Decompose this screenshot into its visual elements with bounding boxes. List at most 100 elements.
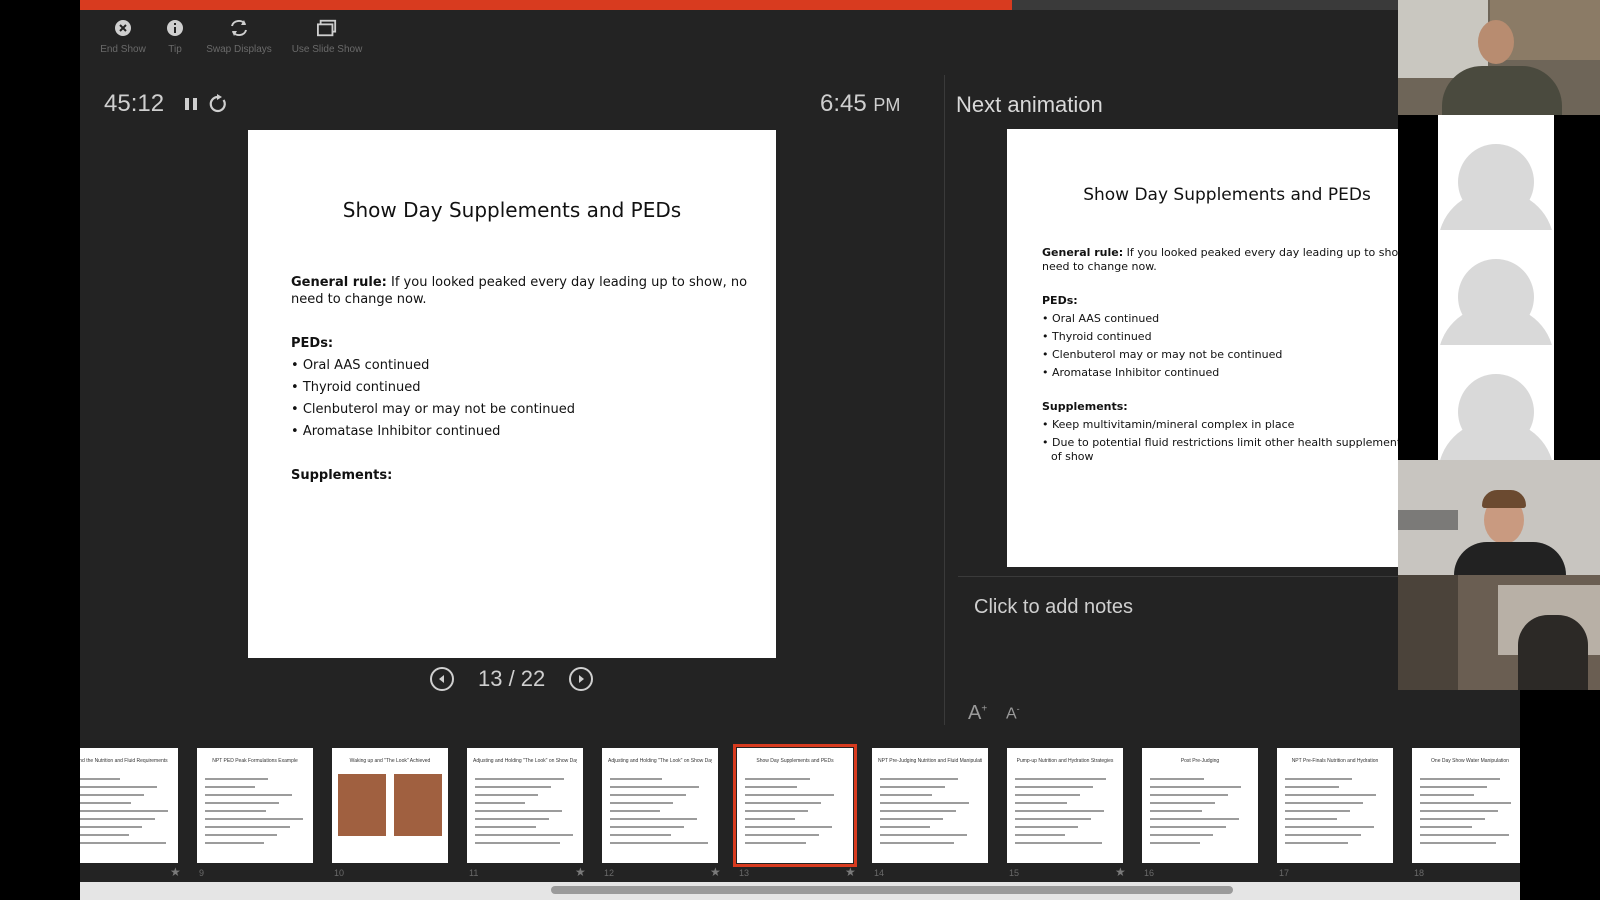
- pause-icon[interactable]: [184, 96, 198, 117]
- thumbnail-number: 16: [1144, 868, 1155, 878]
- thumbnail-text-line: [880, 802, 969, 804]
- thumbnail-text-line: [1150, 778, 1204, 780]
- thumbnail-text-line: [1420, 826, 1472, 828]
- thumbnail-text-line: [80, 786, 157, 788]
- swap-displays-button[interactable]: Swap Displays: [194, 18, 284, 55]
- progress-fill: [80, 0, 1012, 10]
- presenter-view: End Show Tip Swap Displays Use Slide Sho…: [80, 0, 1520, 900]
- thumbnail-title: Show Day Supplements and PEDs: [756, 758, 834, 764]
- thumbnail-text-line: [1015, 794, 1080, 796]
- decrease-font-label: A: [1006, 705, 1017, 723]
- thumbnail-text-line: [205, 842, 264, 844]
- thumbnail-text-line: [880, 794, 932, 796]
- thumbnail-text-line: [205, 802, 279, 804]
- slide-thumbnail[interactable]: Show Day Supplements and PEDs: [733, 744, 857, 867]
- animation-star-icon: ★: [575, 865, 586, 879]
- thumbnail-text-line: [1150, 786, 1241, 788]
- slide-thumbnail[interactable]: ...and the Nutrition and Fluid Requireme…: [80, 748, 178, 863]
- thumbnail-text-line: [745, 842, 806, 844]
- decrease-font-button[interactable]: A-: [1006, 704, 1020, 723]
- slide-thumbnail[interactable]: NPT Pre-Judging Nutrition and Fluid Mani…: [872, 748, 988, 863]
- thumbnail-title: Post Pre-Judging: [1180, 758, 1220, 764]
- thumbnail-text-line: [80, 842, 166, 844]
- thumbnail-text-line: [205, 826, 290, 828]
- thumbnail-text-line: [1285, 794, 1376, 796]
- scrollbar-thumb[interactable]: [551, 886, 1233, 894]
- next-slide-body: General rule: If you looked peaked every…: [1042, 246, 1447, 464]
- thumbnail-text-line: [80, 818, 155, 820]
- horizontal-scrollbar[interactable]: [80, 882, 1520, 900]
- participant-video-2[interactable]: [1398, 460, 1600, 575]
- thumbnail-number: 13: [739, 868, 750, 878]
- thumbnail-text-line: [745, 794, 834, 796]
- next-slide-title: Show Day Supplements and PEDs: [1083, 185, 1371, 205]
- thumbnail-text-line: [610, 786, 699, 788]
- slide-thumbnail[interactable]: NPT Pre-Finals Nutrition and Hydration: [1277, 748, 1393, 863]
- thumbnail-text-line: [1015, 842, 1102, 844]
- next-slide-button[interactable]: [569, 667, 594, 691]
- bullet-item: • Clenbuterol may or may not be continue…: [291, 402, 576, 417]
- reset-timer-icon[interactable]: [208, 94, 228, 119]
- thumbnail-text-line: [1285, 818, 1337, 820]
- triangle-left-icon: [439, 675, 444, 683]
- avatar[interactable]: [1438, 345, 1554, 460]
- clock: 6:45 PM: [820, 90, 900, 118]
- thumbnail-text-line: [610, 802, 673, 804]
- peds-heading: PEDs:: [291, 336, 334, 351]
- thumbnail-text-line: [1015, 802, 1067, 804]
- current-slide-body: General rule: If you looked peaked every…: [291, 274, 751, 484]
- clock-ampm: PM: [873, 95, 901, 115]
- thumbnail-text-line: [745, 778, 810, 780]
- next-slide-preview[interactable]: Show Day Supplements and PEDs General ru…: [1007, 129, 1447, 567]
- general-rule: General rule: If you looked peaked every…: [291, 274, 751, 308]
- avatar[interactable]: [1438, 115, 1554, 230]
- thumbnail-text-line: [1015, 826, 1078, 828]
- slide-thumbnail-strip[interactable]: ...and the Nutrition and Fluid Requireme…: [80, 738, 1520, 880]
- window-icon: [317, 18, 337, 38]
- thumbnail-text-line: [1420, 810, 1498, 812]
- thumbnail-title: NPT PED Peak Formulations Example: [212, 758, 298, 764]
- thumbnail-number: 15: [1009, 868, 1020, 878]
- participant-video-3[interactable]: [1398, 575, 1600, 690]
- thumbnail-text-line: [205, 794, 292, 796]
- thumbnail-text-line: [1420, 802, 1511, 804]
- slide-thumbnail[interactable]: NPT PED Peak Formulations Example: [197, 748, 313, 863]
- swap-displays-label: Swap Displays: [206, 44, 272, 55]
- clock-time: 6:45: [820, 90, 867, 117]
- thumbnail-text-line: [475, 826, 536, 828]
- thumbnail-text-line: [80, 778, 120, 780]
- thumbnail-text-line: [1285, 834, 1361, 836]
- thumbnail-text-line: [745, 810, 808, 812]
- thumbnail-text-line: [475, 818, 549, 820]
- slide-thumbnail[interactable]: Waking up and "The Look" Achieved: [332, 748, 448, 863]
- bullet-item: • Aromatase Inhibitor continued: [291, 424, 501, 439]
- slide-thumbnail[interactable]: Adjusting and Holding "The Look" on Show…: [467, 748, 583, 863]
- participant-panel: [1398, 0, 1600, 690]
- swap-icon: [229, 18, 249, 38]
- supplements-heading: Supplements:: [291, 468, 393, 483]
- current-slide[interactable]: Show Day Supplements and PEDs General ru…: [248, 130, 776, 658]
- slide-thumbnail[interactable]: Pump-up Nutrition and Hydration Strategi…: [1007, 748, 1123, 863]
- pane-divider[interactable]: [944, 75, 945, 725]
- use-slide-show-button[interactable]: Use Slide Show: [282, 18, 372, 55]
- thumbnail-text-line: [745, 834, 819, 836]
- animation-star-icon: ★: [1115, 865, 1126, 879]
- bullet-item: • Thyroid continued: [1042, 330, 1152, 343]
- bullet-text: Oral AAS continued: [302, 358, 430, 373]
- thumbnail-text-line: [1420, 778, 1500, 780]
- slide-thumbnail[interactable]: One Day Show Water Manipulation: [1412, 748, 1520, 863]
- thumbnail-title: Adjusting and Holding "The Look" on Show…: [608, 758, 712, 764]
- thumbnail-text-line: [880, 826, 930, 828]
- avatar[interactable]: [1438, 230, 1554, 345]
- slide-thumbnail[interactable]: Post Pre-Judging: [1142, 748, 1258, 863]
- thumbnail-text-line: [475, 802, 525, 804]
- notes-area[interactable]: Click to add notes: [974, 596, 1133, 619]
- screen: End Show Tip Swap Displays Use Slide Sho…: [0, 0, 1600, 900]
- previous-slide-button[interactable]: [430, 667, 454, 691]
- thumbnail-number: 9: [199, 868, 205, 878]
- thumbnail-text-line: [880, 834, 967, 836]
- slide-thumbnail[interactable]: Adjusting and Holding "The Look" on Show…: [602, 748, 718, 863]
- bullet-item: • Oral AAS continued: [291, 358, 430, 373]
- participant-video-1[interactable]: [1398, 0, 1600, 115]
- increase-font-button[interactable]: A+: [968, 702, 987, 725]
